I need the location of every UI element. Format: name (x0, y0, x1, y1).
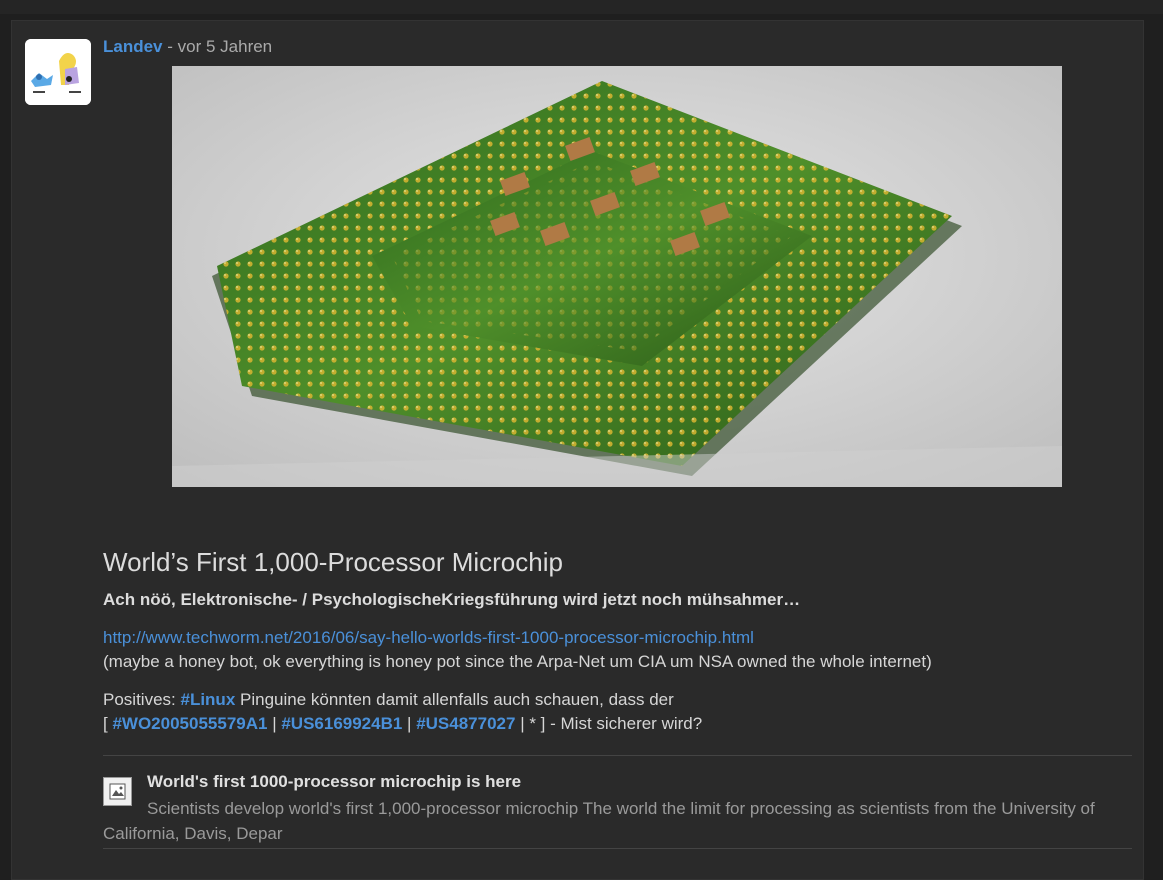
post-image[interactable] (172, 66, 1062, 487)
post-title: World’s First 1,000-Processor Microchip (103, 547, 563, 577)
embed-description: Scientists develop world's first 1,000-p… (103, 799, 1095, 843)
embed-title[interactable]: World's first 1000-processor microchip i… (147, 772, 521, 792)
post-lead: Ach nöö, Elektronische- / Psychologische… (103, 590, 801, 609)
tag-us4877027[interactable]: #US4877027 (416, 714, 515, 733)
post-card: Landev - vor 5 Jahren World’s First 1,00… (11, 20, 1144, 880)
tag-us6169924b1[interactable]: #US6169924B1 (281, 714, 402, 733)
avatar[interactable] (25, 39, 91, 105)
pipe-1: | (267, 714, 282, 733)
tags-line: [ #WO2005055579A1 | #US6169924B1 | #US48… (103, 714, 702, 734)
pipe-2: | (402, 714, 417, 733)
divider-top (103, 755, 1132, 756)
post-time[interactable]: vor 5 Jahren (178, 37, 273, 56)
top-bar (0, 0, 1163, 14)
url-line: http://www.techworm.net/2016/06/say-hell… (103, 628, 754, 648)
article-link[interactable]: http://www.techworm.net/2016/06/say-hell… (103, 628, 754, 647)
tag-wo2005055579a1[interactable]: #WO2005055579A1 (112, 714, 267, 733)
note-line: (maybe a honey bot, ok everything is hon… (103, 652, 932, 671)
positives-label: Positives: (103, 690, 181, 709)
post-header: Landev - vor 5 Jahren (103, 37, 272, 57)
divider-bottom (103, 848, 1132, 849)
header-separator: - (162, 37, 178, 56)
positives-text: Pinguine könnten damit allenfalls auch s… (235, 690, 674, 709)
line-end: | * ] - Mist sicherer wird? (515, 714, 703, 733)
author-link[interactable]: Landev (103, 37, 163, 56)
positives-line: Positives: #Linux Pinguine könnten damit… (103, 690, 674, 710)
tag-linux[interactable]: #Linux (180, 690, 235, 709)
